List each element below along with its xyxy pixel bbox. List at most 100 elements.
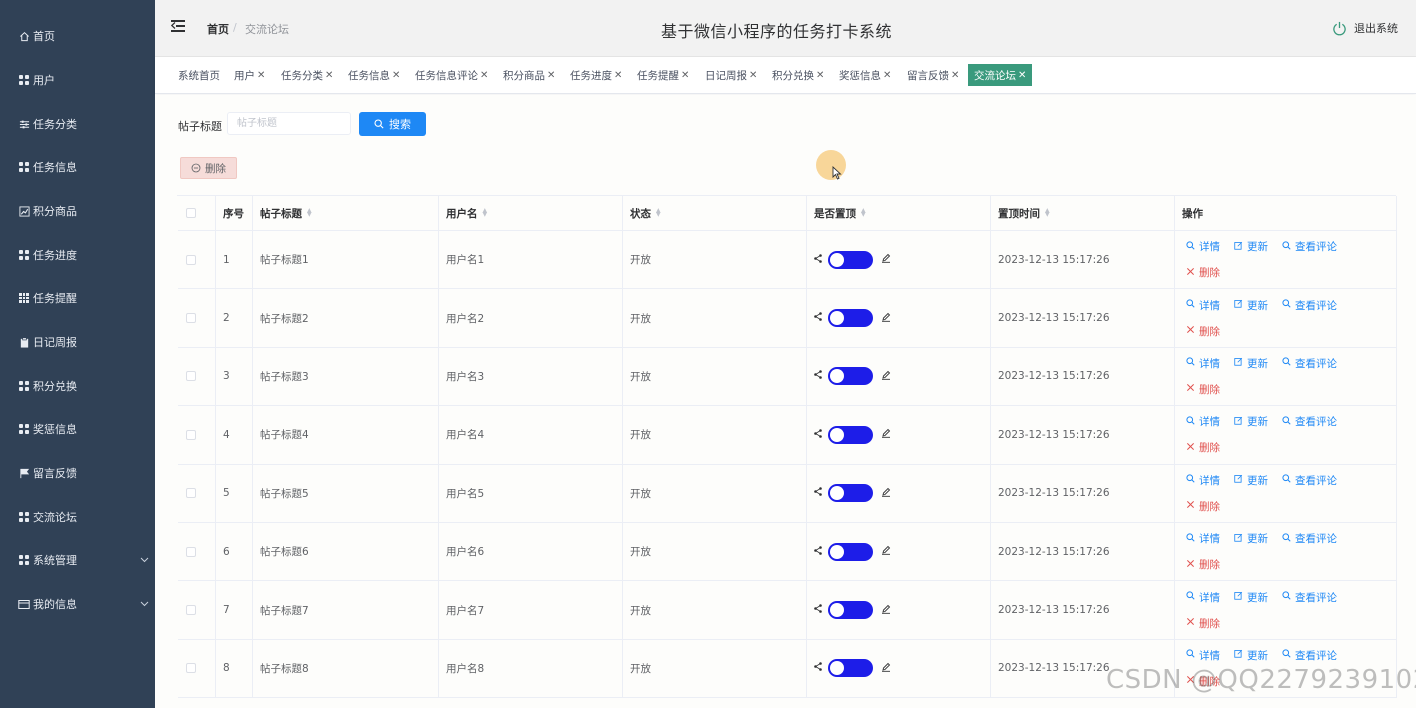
sort-icon[interactable]: ▲ ▼ [1045, 208, 1050, 218]
sidebar-item-my-info[interactable]: 我的信息 [0, 589, 155, 619]
delete-button[interactable]: 删除 [1186, 440, 1220, 455]
close-icon[interactable]: ✕ [614, 70, 622, 81]
sort-icon[interactable]: ▲ ▼ [483, 208, 488, 218]
delete-button[interactable]: 删除 [1186, 616, 1220, 631]
update-button[interactable]: 更新 [1234, 414, 1268, 429]
share-icon[interactable] [814, 253, 822, 266]
sort-icon[interactable]: ▲ ▼ [861, 208, 866, 218]
tab-reward-punish[interactable]: 奖惩信息 ✕ [839, 64, 891, 86]
view-comments-button[interactable]: 查看评论 [1282, 531, 1337, 546]
row-checkbox[interactable] [186, 254, 196, 265]
sidebar-item-task-info[interactable]: 任务信息 [0, 152, 155, 182]
view-comments-button[interactable]: 查看评论 [1282, 356, 1337, 371]
update-button[interactable]: 更新 [1234, 356, 1268, 371]
sidebar-item-points-goods[interactable]: 积分商品 [0, 196, 155, 226]
close-icon[interactable]: ✕ [951, 70, 959, 81]
col-header-status[interactable]: 状态 ▲ ▼ [623, 196, 807, 230]
row-checkbox[interactable] [186, 488, 196, 499]
detail-button[interactable]: 详情 [1186, 590, 1220, 605]
tab-task-progress[interactable]: 任务进度 ✕ [570, 64, 622, 86]
tab-task-info-comments[interactable]: 任务信息评论 ✕ [415, 64, 488, 86]
detail-button[interactable]: 详情 [1186, 531, 1220, 546]
sidebar-item-reward-punish[interactable]: 奖惩信息 [0, 414, 155, 444]
search-input[interactable] [227, 112, 351, 135]
share-icon[interactable] [814, 429, 822, 441]
col-header-title[interactable]: 帖子标题 ▲ ▼ [253, 196, 439, 230]
close-icon[interactable]: ✕ [883, 70, 891, 81]
pin-toggle[interactable] [828, 425, 873, 444]
sidebar-item-system-admin[interactable]: 系统管理 [0, 545, 155, 575]
tab-points-exchange[interactable]: 积分兑换 ✕ [772, 64, 824, 86]
view-comments-button[interactable]: 查看评论 [1282, 239, 1337, 254]
sidebar-item-forum[interactable]: 交流论坛 [0, 502, 155, 532]
edit-pen-icon[interactable] [881, 662, 891, 675]
close-icon[interactable]: ✕ [480, 70, 488, 81]
edit-pen-icon[interactable] [881, 604, 891, 617]
close-icon[interactable]: ✕ [1018, 70, 1026, 81]
close-icon[interactable]: ✕ [392, 70, 400, 81]
update-button[interactable]: 更新 [1234, 531, 1268, 546]
detail-button[interactable]: 详情 [1186, 648, 1220, 663]
close-icon[interactable]: ✕ [257, 70, 265, 81]
pin-toggle[interactable] [828, 542, 873, 561]
detail-button[interactable]: 详情 [1186, 239, 1220, 254]
edit-pen-icon[interactable] [881, 545, 891, 558]
tab-task-category[interactable]: 任务分类 ✕ [281, 64, 333, 86]
col-header-username[interactable]: 用户名 ▲ ▼ [439, 196, 623, 230]
view-comments-button[interactable]: 查看评论 [1282, 473, 1337, 488]
sidebar-item-points-exchange[interactable]: 积分兑换 [0, 371, 155, 401]
update-button[interactable]: 更新 [1234, 298, 1268, 313]
detail-button[interactable]: 详情 [1186, 473, 1220, 488]
share-icon[interactable] [814, 370, 822, 382]
tab-feedback[interactable]: 留言反馈 ✕ [907, 64, 959, 86]
sort-icon[interactable]: ▲ ▼ [307, 208, 312, 218]
share-icon[interactable] [814, 662, 822, 674]
row-checkbox[interactable] [186, 663, 196, 674]
delete-button[interactable]: 删除 [1186, 265, 1220, 280]
delete-button[interactable]: 删除 [1186, 557, 1220, 572]
batch-delete-button[interactable]: 删除 [180, 157, 237, 179]
view-comments-button[interactable]: 查看评论 [1282, 298, 1337, 313]
sidebar-item-diary[interactable]: 日记周报 [0, 327, 155, 357]
detail-button[interactable]: 详情 [1186, 414, 1220, 429]
tab-system-home[interactable]: 系统首页 [178, 64, 220, 86]
sidebar-item-task-progress[interactable]: 任务进度 [0, 240, 155, 270]
update-button[interactable]: 更新 [1234, 473, 1268, 488]
close-icon[interactable]: ✕ [325, 70, 333, 81]
tab-users[interactable]: 用户 ✕ [234, 64, 265, 86]
pin-toggle[interactable] [828, 601, 873, 620]
col-header-pinned[interactable]: 是否置顶 ▲ ▼ [807, 196, 991, 230]
search-button[interactable]: 搜索 [359, 112, 426, 136]
row-checkbox[interactable] [186, 546, 196, 557]
sidebar-item-home[interactable]: 首页 [0, 21, 155, 51]
tab-diary[interactable]: 日记周报 ✕ [705, 64, 757, 86]
view-comments-button[interactable]: 查看评论 [1282, 414, 1337, 429]
edit-pen-icon[interactable] [881, 312, 891, 325]
close-icon[interactable]: ✕ [749, 70, 757, 81]
pin-toggle[interactable] [828, 484, 873, 503]
share-icon[interactable] [814, 312, 822, 324]
share-icon[interactable] [814, 545, 822, 558]
update-button[interactable]: 更新 [1234, 590, 1268, 605]
edit-pen-icon[interactable] [881, 253, 891, 266]
select-all-checkbox[interactable] [186, 208, 196, 218]
row-checkbox[interactable] [186, 313, 196, 324]
delete-button[interactable]: 删除 [1186, 324, 1220, 339]
detail-button[interactable]: 详情 [1186, 356, 1220, 371]
edit-pen-icon[interactable] [881, 428, 891, 441]
tab-points-goods[interactable]: 积分商品 ✕ [503, 64, 555, 86]
col-header-pin-time[interactable]: 置顶时间 ▲ ▼ [991, 196, 1175, 230]
row-checkbox[interactable] [186, 605, 196, 616]
close-icon[interactable]: ✕ [816, 70, 824, 81]
close-icon[interactable]: ✕ [547, 70, 555, 81]
row-checkbox[interactable] [186, 429, 196, 440]
share-icon[interactable] [814, 487, 822, 499]
detail-button[interactable]: 详情 [1186, 298, 1220, 313]
pin-toggle[interactable] [828, 309, 873, 328]
sidebar-item-feedback[interactable]: 留言反馈 [0, 458, 155, 488]
view-comments-button[interactable]: 查看评论 [1282, 590, 1337, 605]
edit-pen-icon[interactable] [881, 487, 891, 500]
close-icon[interactable]: ✕ [681, 70, 689, 81]
view-comments-button[interactable]: 查看评论 [1282, 648, 1337, 663]
update-button[interactable]: 更新 [1234, 239, 1268, 254]
